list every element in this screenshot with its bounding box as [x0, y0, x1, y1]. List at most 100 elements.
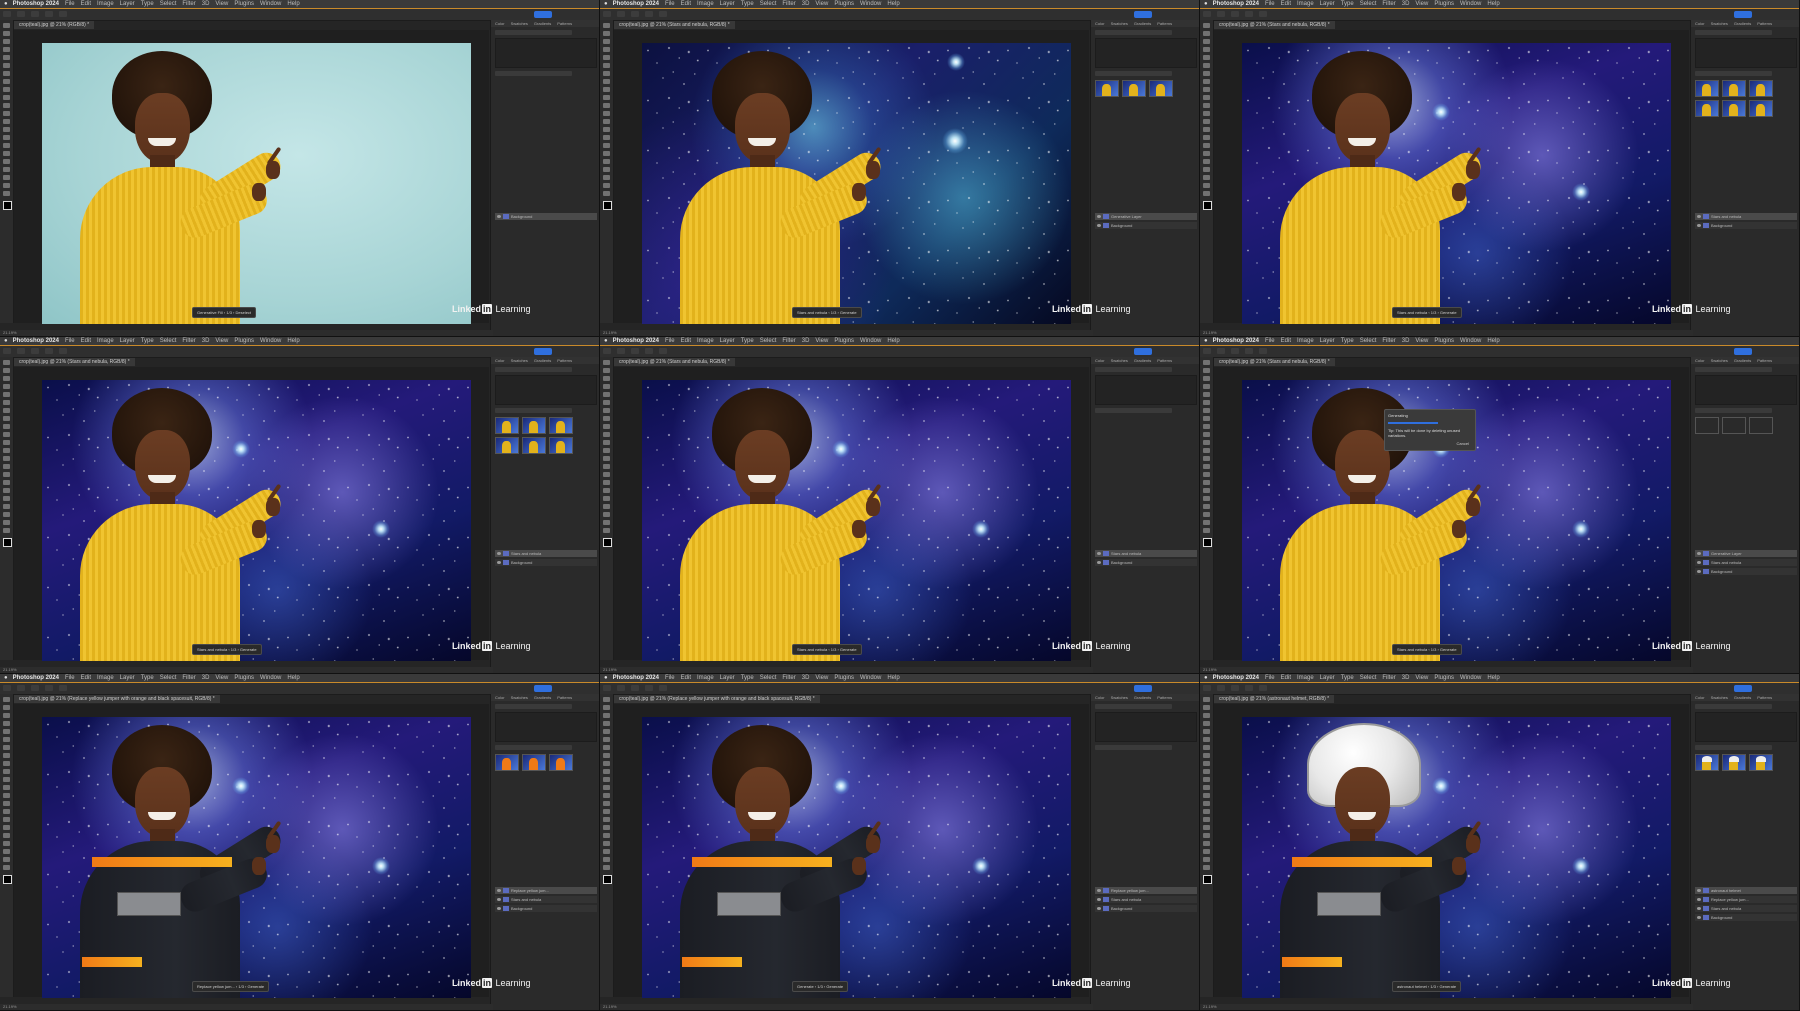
tool-icon[interactable] — [3, 87, 10, 92]
menu-item[interactable]: Type — [141, 1, 154, 7]
menu-item[interactable]: Type — [741, 338, 754, 344]
tool-icon[interactable] — [3, 761, 10, 766]
option-control[interactable] — [59, 347, 67, 354]
variation-thumbnail[interactable] — [549, 417, 573, 434]
menu-item[interactable]: Window — [860, 675, 881, 681]
variation-thumbnail[interactable] — [522, 417, 546, 434]
menu-item[interactable]: Window — [860, 1, 881, 7]
menu-item[interactable]: 3D — [1402, 675, 1410, 681]
tool-icon[interactable] — [1203, 416, 1210, 421]
menu-item[interactable]: File — [1265, 338, 1275, 344]
option-control[interactable] — [603, 347, 611, 354]
menu-item[interactable]: Filter — [182, 1, 195, 7]
tool-icon[interactable] — [603, 737, 610, 742]
tool-icon[interactable] — [3, 111, 10, 116]
variation-thumbnail[interactable] — [1722, 100, 1746, 117]
menu-item[interactable]: Photoshop 2024 — [13, 675, 59, 681]
visibility-eye-icon[interactable] — [1097, 224, 1101, 227]
menu-item[interactable]: View — [215, 338, 228, 344]
document-tab[interactable]: crop(teal).jpg @ 21% (Stars and nebula, … — [1214, 21, 1335, 29]
tool-icon[interactable] — [1203, 95, 1210, 100]
menu-item[interactable]: Photoshop 2024 — [13, 1, 59, 7]
tool-icon[interactable] — [3, 697, 10, 702]
option-control[interactable] — [603, 10, 611, 17]
generate-button[interactable]: Generate — [840, 310, 857, 315]
menu-item[interactable]: Help — [287, 1, 299, 7]
layer-row[interactable]: Background — [1695, 568, 1797, 575]
menu-item[interactable]: File — [665, 675, 675, 681]
document-tab[interactable]: crop(teal).jpg @ 21% (Replace yellow jum… — [14, 695, 220, 703]
menu-item[interactable]: Filter — [182, 675, 195, 681]
tool-icon[interactable] — [3, 769, 10, 774]
tool-icon[interactable] — [1203, 360, 1210, 365]
color-swatch-icon[interactable] — [3, 201, 12, 210]
option-control[interactable] — [617, 10, 625, 17]
tool-icon[interactable] — [3, 183, 10, 188]
menu-item[interactable]: Select — [760, 338, 777, 344]
tool-icon[interactable] — [3, 793, 10, 798]
menu-item[interactable]: Edit — [1281, 1, 1291, 7]
contextual-task-bar[interactable]: Replace yellow jum... ‹ 1/3 › Generate — [192, 981, 270, 992]
apple-menu-icon[interactable]: ● — [4, 675, 8, 681]
color-swatch-icon[interactable] — [3, 875, 12, 884]
menu-item[interactable]: Type — [141, 675, 154, 681]
contextual-task-bar[interactable]: Stars and nebula ‹ 1/3 › Generate — [192, 644, 262, 655]
option-control[interactable] — [645, 347, 653, 354]
tool-icon[interactable] — [3, 167, 10, 172]
prompt-box[interactable] — [1095, 38, 1197, 68]
visibility-eye-icon[interactable] — [1697, 552, 1701, 555]
tool-icon[interactable] — [3, 159, 10, 164]
tool-icon[interactable] — [603, 793, 610, 798]
option-control[interactable] — [645, 684, 653, 691]
tool-icon[interactable] — [1203, 456, 1210, 461]
tool-icon[interactable] — [1203, 825, 1210, 830]
tool-icon[interactable] — [3, 175, 10, 180]
tool-icon[interactable] — [3, 392, 10, 397]
apple-menu-icon[interactable]: ● — [4, 1, 8, 7]
menu-item[interactable]: Window — [1460, 675, 1481, 681]
share-button[interactable] — [1734, 11, 1752, 18]
tool-icon[interactable] — [1203, 697, 1210, 702]
menu-item[interactable]: Layer — [1320, 1, 1335, 7]
menu-item[interactable]: Type — [1341, 1, 1354, 7]
tool-icon[interactable] — [1203, 488, 1210, 493]
option-control[interactable] — [645, 10, 653, 17]
menu-item[interactable]: Image — [1297, 338, 1314, 344]
option-control[interactable] — [1203, 684, 1211, 691]
variation-thumbnail[interactable] — [1722, 754, 1746, 771]
layer-row[interactable]: Stars and nebula — [1695, 559, 1797, 566]
tool-icon[interactable] — [3, 384, 10, 389]
tool-icon[interactable] — [603, 167, 610, 172]
menu-item[interactable]: Plugins — [1434, 338, 1454, 344]
tool-icon[interactable] — [3, 79, 10, 84]
tool-icon[interactable] — [3, 857, 10, 862]
visibility-eye-icon[interactable] — [1697, 561, 1701, 564]
color-swatch-icon[interactable] — [1203, 538, 1212, 547]
canvas-image[interactable]: Replace yellow jum... ‹ 1/3 › Generate — [42, 717, 471, 998]
menu-item[interactable]: 3D — [802, 675, 810, 681]
menu-item[interactable]: Image — [97, 338, 114, 344]
tool-icon[interactable] — [1203, 151, 1210, 156]
tool-icon[interactable] — [1203, 127, 1210, 132]
panel-tab[interactable]: Color — [495, 21, 505, 26]
tool-icon[interactable] — [3, 809, 10, 814]
option-control[interactable] — [59, 684, 67, 691]
variation-pager[interactable]: ‹ 1/3 › — [814, 984, 827, 989]
tool-icon[interactable] — [3, 464, 10, 469]
menu-item[interactable]: Filter — [782, 1, 795, 7]
menu-item[interactable]: Layer — [1320, 338, 1335, 344]
visibility-eye-icon[interactable] — [1097, 889, 1101, 892]
tool-icon[interactable] — [1203, 785, 1210, 790]
option-control[interactable] — [631, 10, 639, 17]
tool-icon[interactable] — [1203, 801, 1210, 806]
tool-icon[interactable] — [603, 191, 610, 196]
layer-row[interactable]: Background — [1095, 905, 1197, 912]
tool-icon[interactable] — [603, 777, 610, 782]
menu-item[interactable]: Type — [141, 338, 154, 344]
apple-menu-icon[interactable]: ● — [1204, 675, 1208, 681]
menu-item[interactable]: Window — [260, 1, 281, 7]
layer-row[interactable]: Replace yellow jum... — [495, 887, 597, 894]
tool-icon[interactable] — [1203, 745, 1210, 750]
tool-icon[interactable] — [603, 360, 610, 365]
tool-icon[interactable] — [603, 504, 610, 509]
